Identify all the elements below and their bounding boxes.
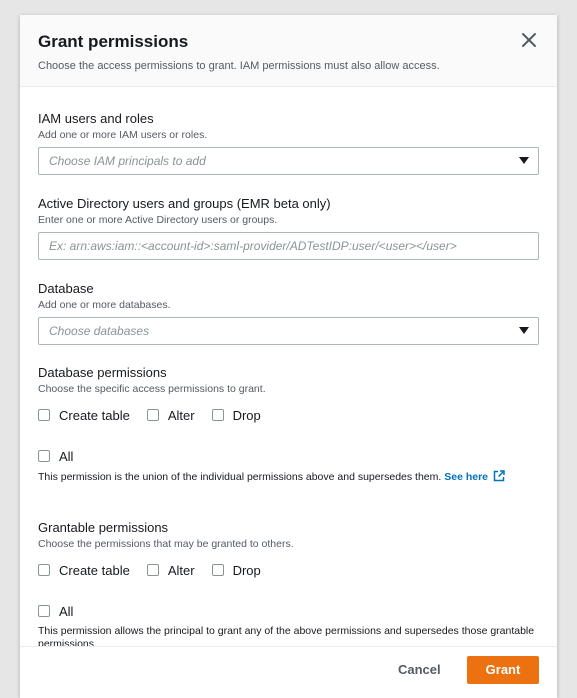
active-directory-description: Enter one or more Active Directory users… <box>38 214 278 226</box>
grant-permissions-dialog: Grant permissions Choose the access perm… <box>20 15 557 698</box>
checkbox-grantable-all[interactable]: All <box>38 604 73 619</box>
database-permissions-field: Database permissions Choose the specific… <box>38 365 539 484</box>
iam-principals-select[interactable]: Choose IAM principals to add <box>38 147 539 175</box>
checkbox-alter[interactable]: Alter <box>146 407 195 423</box>
grantable-permissions-field: Grantable permissions Choose the permiss… <box>38 520 539 651</box>
note-text: This permission is the union of the indi… <box>38 471 442 483</box>
grantable-permissions-options: Create table Alter Drop <box>38 562 539 578</box>
database-permissions-note: This permission is the union of the indi… <box>38 470 539 484</box>
checkbox-box[interactable] <box>211 564 224 576</box>
dialog-header: Grant permissions Choose the access perm… <box>20 15 557 87</box>
checkbox-label: Drop <box>232 407 261 423</box>
checkbox-label: All <box>59 603 74 619</box>
checkbox-label: Drop <box>232 562 261 578</box>
checkbox-box[interactable] <box>38 450 50 462</box>
iam-description: Add one or more IAM users or roles. <box>38 129 208 141</box>
see-here-link[interactable]: See here <box>444 470 505 483</box>
checkbox-grantable-drop[interactable]: Drop <box>211 562 261 578</box>
close-button[interactable] <box>520 31 538 49</box>
checkbox-label: Create table <box>59 407 130 423</box>
checkbox-create-table[interactable]: Create table <box>38 408 130 423</box>
close-icon <box>522 33 536 47</box>
database-field: Database Add one or more databases. Choo… <box>38 281 539 345</box>
database-label: Database <box>38 281 94 296</box>
active-directory-label: Active Directory users and groups (EMR b… <box>38 196 331 211</box>
database-description: Add one or more databases. <box>38 299 171 311</box>
checkbox-box[interactable] <box>38 605 50 617</box>
checkbox-box[interactable] <box>146 409 159 421</box>
caret-down-icon <box>519 327 529 334</box>
checkbox-label: Create table <box>59 562 130 578</box>
active-directory-input[interactable]: Ex: arn:aws:iam::<account-id>:saml-provi… <box>38 232 539 260</box>
checkbox-label: All <box>59 448 74 464</box>
active-directory-placeholder: Ex: arn:aws:iam::<account-id>:saml-provi… <box>49 239 457 253</box>
dialog-subtitle: Choose the access permissions to grant. … <box>38 60 440 72</box>
cancel-button[interactable]: Cancel <box>398 662 441 677</box>
checkbox-label: Alter <box>167 562 195 578</box>
checkbox-box[interactable] <box>38 409 50 421</box>
checkbox-drop[interactable]: Drop <box>211 407 261 423</box>
database-permissions-all-row: All <box>38 448 539 464</box>
database-placeholder: Choose databases <box>49 324 150 338</box>
caret-down-icon <box>519 157 529 164</box>
checkbox-label: Alter <box>167 407 195 423</box>
active-directory-field: Active Directory users and groups (EMR b… <box>38 196 539 260</box>
database-permissions-description: Choose the specific access permissions t… <box>38 383 266 395</box>
dialog-footer: Cancel Grant <box>20 646 557 698</box>
iam-label: IAM users and roles <box>38 111 154 126</box>
grantable-permissions-description: Choose the permissions that may be grant… <box>38 538 294 550</box>
dialog-body: IAM users and roles Add one or more IAM … <box>20 87 557 651</box>
checkbox-box[interactable] <box>146 564 159 576</box>
checkbox-box[interactable] <box>211 409 224 421</box>
see-here-label: See here <box>444 471 489 483</box>
database-permissions-label: Database permissions <box>38 365 167 380</box>
external-link-icon <box>493 470 505 482</box>
checkbox-all[interactable]: All <box>38 449 73 464</box>
iam-field: IAM users and roles Add one or more IAM … <box>38 111 539 175</box>
checkbox-grantable-alter[interactable]: Alter <box>146 562 195 578</box>
grantable-permissions-label: Grantable permissions <box>38 520 169 535</box>
dialog-title: Grant permissions <box>38 32 189 51</box>
database-permissions-options: Create table Alter Drop <box>38 407 539 423</box>
checkbox-box[interactable] <box>38 564 50 576</box>
database-select[interactable]: Choose databases <box>38 317 539 345</box>
grantable-permissions-all-row: All <box>38 603 539 619</box>
checkbox-grantable-create-table[interactable]: Create table <box>38 563 130 578</box>
iam-placeholder: Choose IAM principals to add <box>49 154 206 168</box>
grant-button[interactable]: Grant <box>467 656 539 684</box>
